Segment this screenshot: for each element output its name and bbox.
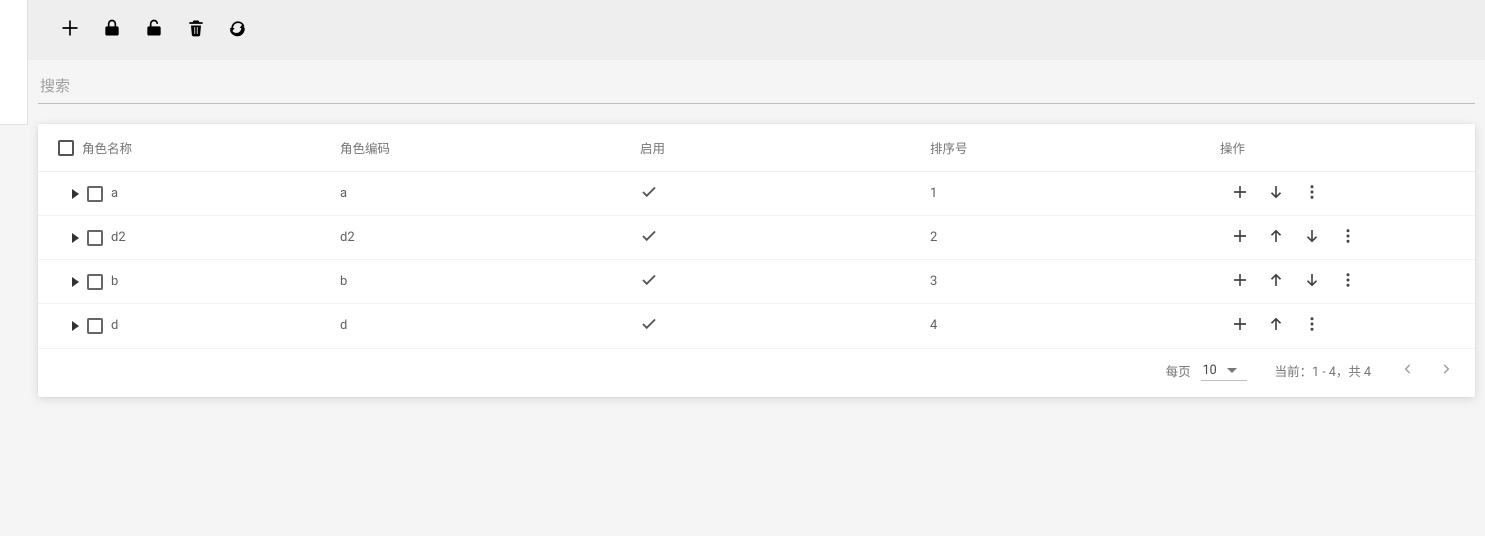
expand-icon[interactable] [72, 189, 79, 199]
row-code: b [340, 274, 347, 289]
row-name: d [111, 318, 118, 333]
row-add-button[interactable] [1230, 272, 1250, 292]
prev-page-button[interactable] [1399, 362, 1417, 380]
row-down-button[interactable] [1266, 184, 1286, 204]
col-header-name: 角色名称 [82, 138, 132, 157]
search-input[interactable] [38, 70, 1475, 104]
more-vert-icon [1339, 227, 1357, 249]
toolbar [28, 0, 1485, 60]
unlock-button[interactable] [142, 18, 166, 42]
expand-icon[interactable] [72, 233, 79, 243]
row-checkbox[interactable] [87, 318, 103, 334]
arrow-up-icon [1267, 315, 1285, 337]
refresh-icon [228, 18, 248, 42]
plus-icon [1231, 183, 1249, 205]
row-up-button[interactable] [1266, 316, 1286, 336]
chevron-right-icon [1439, 362, 1453, 380]
row-more-button[interactable] [1338, 272, 1358, 292]
search-bar [28, 60, 1485, 104]
lock-icon [102, 18, 122, 42]
row-sort: 3 [930, 274, 937, 289]
row-name: d2 [111, 230, 126, 245]
chevron-left-icon [1401, 362, 1415, 380]
table-row: a a 1 [38, 172, 1475, 216]
arrow-up-icon [1267, 227, 1285, 249]
table-row: b b 3 [38, 260, 1475, 304]
left-gutter [0, 0, 28, 125]
row-more-button[interactable] [1302, 316, 1322, 336]
col-header-sort: 排序号 [918, 124, 1208, 172]
row-sort: 4 [930, 318, 937, 333]
row-down-button[interactable] [1302, 272, 1322, 292]
col-header-enabled: 启用 [628, 124, 918, 172]
row-up-button[interactable] [1266, 272, 1286, 292]
row-name: b [111, 274, 118, 289]
more-vert-icon [1303, 183, 1321, 205]
row-sort: 1 [930, 186, 937, 201]
row-checkbox[interactable] [87, 186, 103, 202]
row-name: a [111, 186, 118, 201]
check-icon [640, 322, 658, 337]
roles-table: 角色名称 角色编码 启用 排序号 操作 a a 1 d2 d2 2 b b 3 d d 4 [38, 124, 1475, 348]
row-add-button[interactable] [1230, 228, 1250, 248]
row-code: d2 [340, 230, 355, 245]
row-checkbox[interactable] [87, 230, 103, 246]
add-button[interactable] [58, 18, 82, 42]
check-icon [640, 190, 658, 205]
plus-icon [1231, 315, 1249, 337]
per-page-label: 每页 [1166, 361, 1191, 380]
row-code: a [340, 186, 347, 201]
plus-icon [1231, 271, 1249, 293]
check-icon [640, 234, 658, 249]
table-row: d d 4 [38, 304, 1475, 348]
plus-icon [60, 18, 80, 42]
select-all-checkbox[interactable] [58, 140, 74, 156]
check-icon [640, 278, 658, 293]
row-down-button[interactable] [1302, 228, 1322, 248]
lock-button[interactable] [100, 18, 124, 42]
unlock-icon [144, 18, 164, 42]
row-add-button[interactable] [1230, 316, 1250, 336]
table-card: 角色名称 角色编码 启用 排序号 操作 a a 1 d2 d2 2 b b 3 d d 4 每页 1 [38, 124, 1475, 397]
expand-icon[interactable] [72, 321, 79, 331]
per-page-select[interactable]: 10 [1201, 361, 1247, 381]
col-header-code: 角色编码 [328, 124, 628, 172]
expand-icon[interactable] [72, 277, 79, 287]
row-more-button[interactable] [1338, 228, 1358, 248]
more-vert-icon [1339, 271, 1357, 293]
refresh-button[interactable] [226, 18, 250, 42]
row-up-button[interactable] [1266, 228, 1286, 248]
table-header-row: 角色名称 角色编码 启用 排序号 操作 [38, 124, 1475, 172]
col-header-actions: 操作 [1208, 124, 1475, 172]
caret-down-icon [1227, 368, 1237, 373]
more-vert-icon [1303, 315, 1321, 337]
trash-icon [186, 18, 206, 42]
arrow-down-icon [1303, 271, 1321, 293]
pagination: 每页 10 当前：1 - 4，共 4 [38, 348, 1475, 397]
row-add-button[interactable] [1230, 184, 1250, 204]
arrow-up-icon [1267, 271, 1285, 293]
plus-icon [1231, 227, 1249, 249]
table-row: d2 d2 2 [38, 216, 1475, 260]
row-checkbox[interactable] [87, 274, 103, 290]
row-more-button[interactable] [1302, 184, 1322, 204]
row-code: d [340, 318, 347, 333]
per-page-value: 10 [1203, 363, 1217, 378]
row-sort: 2 [930, 230, 937, 245]
arrow-down-icon [1267, 183, 1285, 205]
arrow-down-icon [1303, 227, 1321, 249]
pagination-range: 当前：1 - 4，共 4 [1275, 361, 1371, 380]
next-page-button[interactable] [1437, 362, 1455, 380]
delete-button[interactable] [184, 18, 208, 42]
